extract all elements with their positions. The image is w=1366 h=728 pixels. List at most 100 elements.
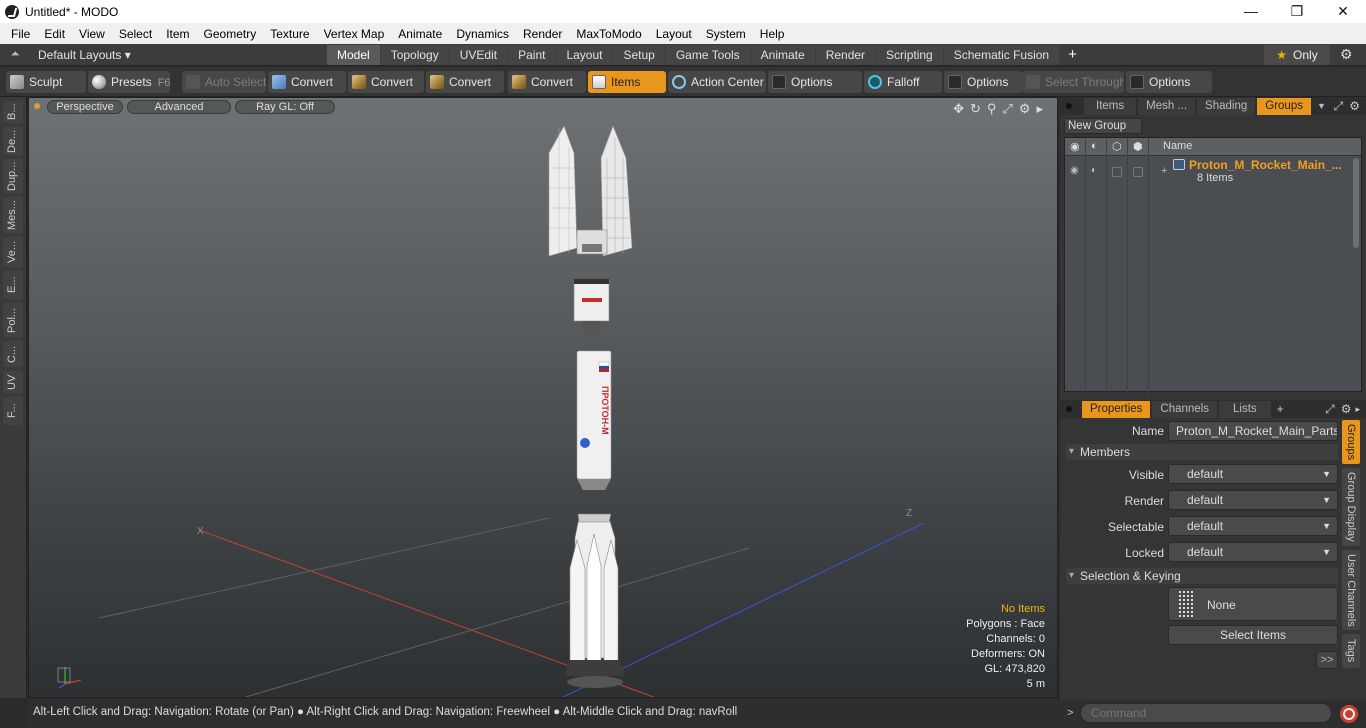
- visible-dropdown[interactable]: default ▼: [1168, 464, 1338, 484]
- convert-button-3[interactable]: Convert: [426, 71, 504, 93]
- menu-edit[interactable]: Edit: [37, 27, 72, 41]
- tab-scripting[interactable]: Scripting: [876, 45, 943, 65]
- 3d-viewport[interactable]: Perspective Advanced Ray GL: Off ✥ ↻ ⚲ ⤢…: [28, 97, 1058, 698]
- command-input[interactable]: [1080, 703, 1332, 723]
- menu-select[interactable]: Select: [112, 27, 159, 41]
- new-group-button[interactable]: New Group: [1064, 118, 1142, 134]
- tab-mesh[interactable]: Mesh ...: [1138, 97, 1196, 115]
- select-through-button[interactable]: Select Through: [1022, 71, 1124, 93]
- left-tab-deform[interactable]: De...: [3, 127, 23, 155]
- tab-schematic-fusion[interactable]: Schematic Fusion: [943, 45, 1060, 65]
- tab-shading[interactable]: Shading: [1197, 97, 1256, 115]
- menu-maxtomodo[interactable]: MaxToModo: [569, 27, 648, 41]
- close-button[interactable]: ✕: [1320, 0, 1366, 23]
- tab-model[interactable]: Model: [327, 45, 380, 65]
- gear-icon[interactable]: ⚙: [1341, 402, 1352, 416]
- menu-dynamics[interactable]: Dynamics: [449, 27, 516, 41]
- left-tab-fusion[interactable]: F...: [3, 397, 23, 425]
- add-tab-button[interactable]: +: [1277, 402, 1284, 416]
- layout-home-icon[interactable]: ⏶: [8, 48, 22, 62]
- left-tab-mesh[interactable]: Mes...: [3, 197, 23, 233]
- falloff-button[interactable]: Falloff: [864, 71, 942, 93]
- action-center-button[interactable]: Action Center: [668, 71, 766, 93]
- members-section[interactable]: Members: [1066, 444, 1338, 460]
- options-button-2[interactable]: Options: [944, 71, 1022, 93]
- options-button-3[interactable]: Options: [1126, 71, 1212, 93]
- chevron-right-icon[interactable]: ▸: [1355, 404, 1360, 415]
- menu-render[interactable]: Render: [516, 27, 569, 41]
- auto-select-button[interactable]: Auto Select: [182, 71, 266, 93]
- minimize-button[interactable]: —: [1228, 0, 1274, 23]
- tab-layout[interactable]: Layout: [556, 45, 613, 65]
- default-layouts-dropdown[interactable]: Default Layouts ▾: [38, 48, 131, 62]
- keyframes-icon: [1179, 591, 1195, 617]
- chevron-down-icon[interactable]: ▼: [1317, 101, 1326, 111]
- locked-dropdown[interactable]: default ▼: [1168, 542, 1338, 562]
- menu-file[interactable]: File: [4, 27, 37, 41]
- vtab-group-display[interactable]: Group Display: [1342, 468, 1360, 546]
- tab-topology[interactable]: Topology: [380, 45, 449, 65]
- selection-keying-section[interactable]: Selection & Keying: [1066, 568, 1338, 584]
- vtab-user-channels[interactable]: User Channels: [1342, 550, 1360, 630]
- left-tab-polygon[interactable]: Pol...: [3, 303, 23, 337]
- visibility-eye-icon[interactable]: ◉: [1070, 165, 1079, 176]
- maximize-panel-icon[interactable]: ⤢: [1325, 402, 1335, 417]
- none-button[interactable]: None: [1168, 587, 1338, 621]
- record-icon[interactable]: [1338, 703, 1360, 725]
- group-name: Proton_M_Rocket_Main_...: [1189, 158, 1342, 172]
- menu-animate[interactable]: Animate: [391, 27, 449, 41]
- sculpt-button[interactable]: Sculpt: [6, 71, 86, 93]
- tab-items[interactable]: Items: [1084, 97, 1137, 115]
- tab-game-tools[interactable]: Game Tools: [665, 45, 750, 65]
- render-dropdown[interactable]: default ▼: [1168, 490, 1338, 510]
- menu-texture[interactable]: Texture: [263, 27, 316, 41]
- presets-button[interactable]: Presets F6: [88, 71, 170, 93]
- group-row[interactable]: ◉ ◐ + Proton_M_Rocket_Main_... 8 Items: [1065, 157, 1361, 187]
- menu-help[interactable]: Help: [753, 27, 792, 41]
- menu-view[interactable]: View: [72, 27, 112, 41]
- menu-system[interactable]: System: [699, 27, 753, 41]
- items-button[interactable]: Items: [588, 71, 666, 93]
- left-tab-basic[interactable]: B...: [3, 101, 23, 123]
- options-button-1[interactable]: Options: [768, 71, 862, 93]
- left-tab-duplicate[interactable]: Dup...: [3, 159, 23, 193]
- groups-scrollbar[interactable]: [1353, 158, 1359, 248]
- add-tab-button[interactable]: +: [1060, 45, 1085, 65]
- gear-icon[interactable]: ⚙: [1349, 99, 1360, 113]
- tab-setup[interactable]: Setup: [613, 45, 665, 65]
- convert-button-4[interactable]: Convert: [508, 71, 586, 93]
- only-toggle[interactable]: ★ Only: [1264, 45, 1330, 65]
- left-tab-vertex[interactable]: Ve...: [3, 237, 23, 267]
- tab-channels[interactable]: Channels: [1152, 400, 1218, 418]
- selectable-dropdown[interactable]: default ▼: [1168, 516, 1338, 536]
- expand-icon[interactable]: +: [1161, 165, 1167, 177]
- menu-item[interactable]: Item: [159, 27, 196, 41]
- convert-button-2[interactable]: Convert: [348, 71, 424, 93]
- maximize-button[interactable]: ❐: [1274, 0, 1320, 23]
- maximize-panel-icon[interactable]: ⤢: [1334, 99, 1344, 114]
- select-checkbox[interactable]: [1112, 167, 1122, 177]
- vtab-groups[interactable]: Groups: [1342, 420, 1360, 464]
- render-toggle-icon[interactable]: ◐: [1091, 165, 1097, 176]
- lock-checkbox[interactable]: [1133, 167, 1143, 177]
- menu-layout[interactable]: Layout: [649, 27, 699, 41]
- group-icon: [1173, 159, 1185, 170]
- name-input[interactable]: Proton_M_Rocket_Main_Parts (1: [1168, 421, 1338, 441]
- more-button[interactable]: >>: [1316, 651, 1338, 669]
- gear-icon[interactable]: ⚙: [1340, 46, 1353, 63]
- tab-animate[interactable]: Animate: [750, 45, 815, 65]
- tab-groups[interactable]: Groups: [1257, 97, 1311, 115]
- menu-geometry[interactable]: Geometry: [197, 27, 264, 41]
- left-tab-edge[interactable]: E...: [3, 271, 23, 299]
- tab-properties[interactable]: Properties: [1082, 400, 1151, 418]
- tab-paint[interactable]: Paint: [508, 45, 556, 65]
- tab-render[interactable]: Render: [815, 45, 876, 65]
- convert-button-1[interactable]: Convert: [268, 71, 346, 93]
- left-tab-uv[interactable]: UV: [3, 371, 23, 393]
- select-items-button[interactable]: Select Items: [1168, 625, 1338, 645]
- menu-vertex-map[interactable]: Vertex Map: [317, 27, 392, 41]
- tab-lists[interactable]: Lists: [1219, 400, 1271, 418]
- tab-uvedit[interactable]: UVEdit: [449, 45, 508, 65]
- vtab-tags[interactable]: Tags: [1342, 634, 1360, 668]
- left-tab-curve[interactable]: C...: [3, 341, 23, 367]
